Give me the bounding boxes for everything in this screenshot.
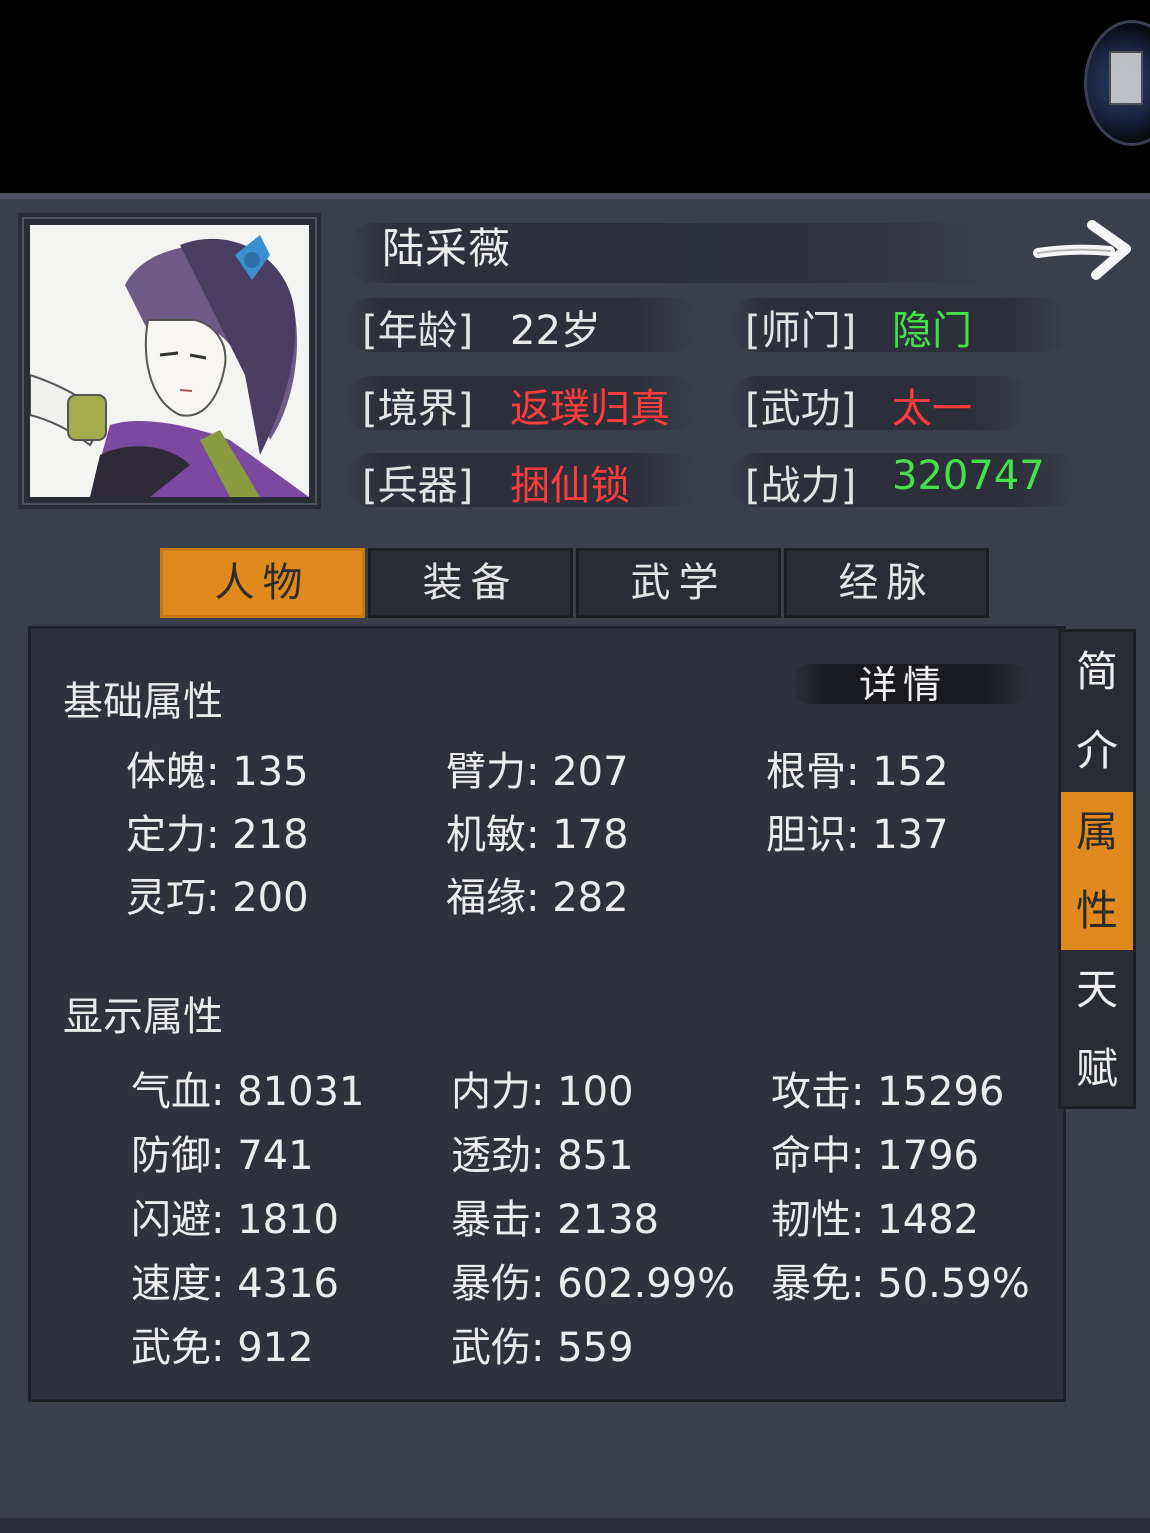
stat-crit-resist: 暴免: 50.59% — [771, 1261, 1030, 1307]
stat-penetration: 透劲: 851 — [451, 1133, 634, 1179]
side-tab-intro-char1: 简 — [1075, 647, 1118, 696]
stat-gengu: 根骨: 152 — [766, 749, 949, 795]
tab-martial-arts[interactable]: 武学 — [576, 548, 781, 618]
character-panel: 陆采薇 [年龄] 22岁 [师门] 隐门 [境界] 返璞归真 [武功] 太一 [… — [0, 193, 1150, 1533]
detail-label: 详情 — [859, 663, 948, 707]
stat-defense: 防御: 741 — [131, 1133, 314, 1179]
portrait-frame — [18, 213, 321, 509]
display-attributes-title: 显示属性 — [63, 994, 223, 1040]
next-arrow-icon[interactable] — [1030, 213, 1135, 283]
bottom-strip — [0, 1518, 1150, 1533]
weapon-value: 捆仙锁 — [510, 463, 630, 509]
basic-attributes-title: 基础属性 — [63, 679, 223, 725]
stat-dodge: 闪避: 1810 — [131, 1197, 339, 1243]
stat-mp: 内力: 100 — [451, 1069, 634, 1115]
side-tab-talent[interactable]: 天 赋 — [1061, 950, 1133, 1108]
realm-label: [境界] — [362, 386, 474, 432]
tab-character[interactable]: 人物 — [160, 548, 365, 618]
weapon-label: [兵器] — [362, 463, 474, 509]
side-tab-attributes-char1: 属 — [1075, 807, 1118, 856]
stat-bili: 臂力: 207 — [446, 749, 629, 795]
side-tab-attributes-char2: 性 — [1075, 886, 1118, 935]
martial-label: [武功] — [745, 386, 857, 432]
corner-book-icon[interactable] — [1084, 20, 1150, 146]
stat-speed: 速度: 4316 — [131, 1261, 339, 1307]
side-tab-intro-char2: 介 — [1075, 726, 1118, 775]
character-name: 陆采薇 — [382, 224, 512, 273]
stat-crit: 暴击: 2138 — [451, 1197, 659, 1243]
side-tab-talent-char1: 天 — [1075, 965, 1118, 1014]
age-value: 22岁 — [510, 308, 601, 354]
stat-toughness: 韧性: 1482 — [771, 1197, 979, 1243]
stat-martial-damage: 武伤: 559 — [451, 1325, 634, 1371]
martial-value: 太一 — [892, 386, 972, 432]
stat-martial-resist: 武免: 912 — [131, 1325, 314, 1371]
attributes-panel: 基础属性 详情 体魄: 135 臂力: 207 根骨: 152 定力: 218 … — [28, 626, 1066, 1402]
stat-fuyuan: 福缘: 282 — [446, 875, 629, 921]
character-portrait — [30, 225, 309, 497]
stat-hit: 命中: 1796 — [771, 1133, 979, 1179]
side-tab-intro[interactable]: 简 介 — [1061, 632, 1133, 790]
side-tab-attributes[interactable]: 属 性 — [1061, 792, 1133, 950]
side-tab-talent-char2: 赋 — [1075, 1044, 1118, 1093]
stat-tipo: 体魄: 135 — [126, 749, 309, 795]
stat-dingli: 定力: 218 — [126, 812, 309, 858]
stat-crit-damage: 暴伤: 602.99% — [451, 1261, 736, 1307]
stat-hp: 气血: 81031 — [131, 1069, 365, 1115]
stat-danshi: 胆识: 137 — [766, 812, 949, 858]
power-value: 320747 — [892, 453, 1045, 499]
tab-equipment[interactable]: 装备 — [368, 548, 573, 618]
power-label: [战力] — [745, 463, 857, 509]
stat-jimin: 机敏: 178 — [446, 812, 629, 858]
side-tab-bar: 简 介 属 性 天 赋 — [1058, 629, 1136, 1109]
tab-meridians[interactable]: 经脉 — [784, 548, 989, 618]
sect-label: [师门] — [745, 308, 857, 354]
stat-lingqiao: 灵巧: 200 — [126, 875, 309, 921]
realm-value: 返璞归真 — [510, 386, 670, 432]
age-label: [年龄] — [362, 308, 474, 354]
stat-attack: 攻击: 15296 — [771, 1069, 1005, 1115]
book-page — [1109, 51, 1143, 105]
sect-value: 隐门 — [892, 308, 972, 354]
detail-button[interactable]: 详情 — [791, 654, 1031, 714]
